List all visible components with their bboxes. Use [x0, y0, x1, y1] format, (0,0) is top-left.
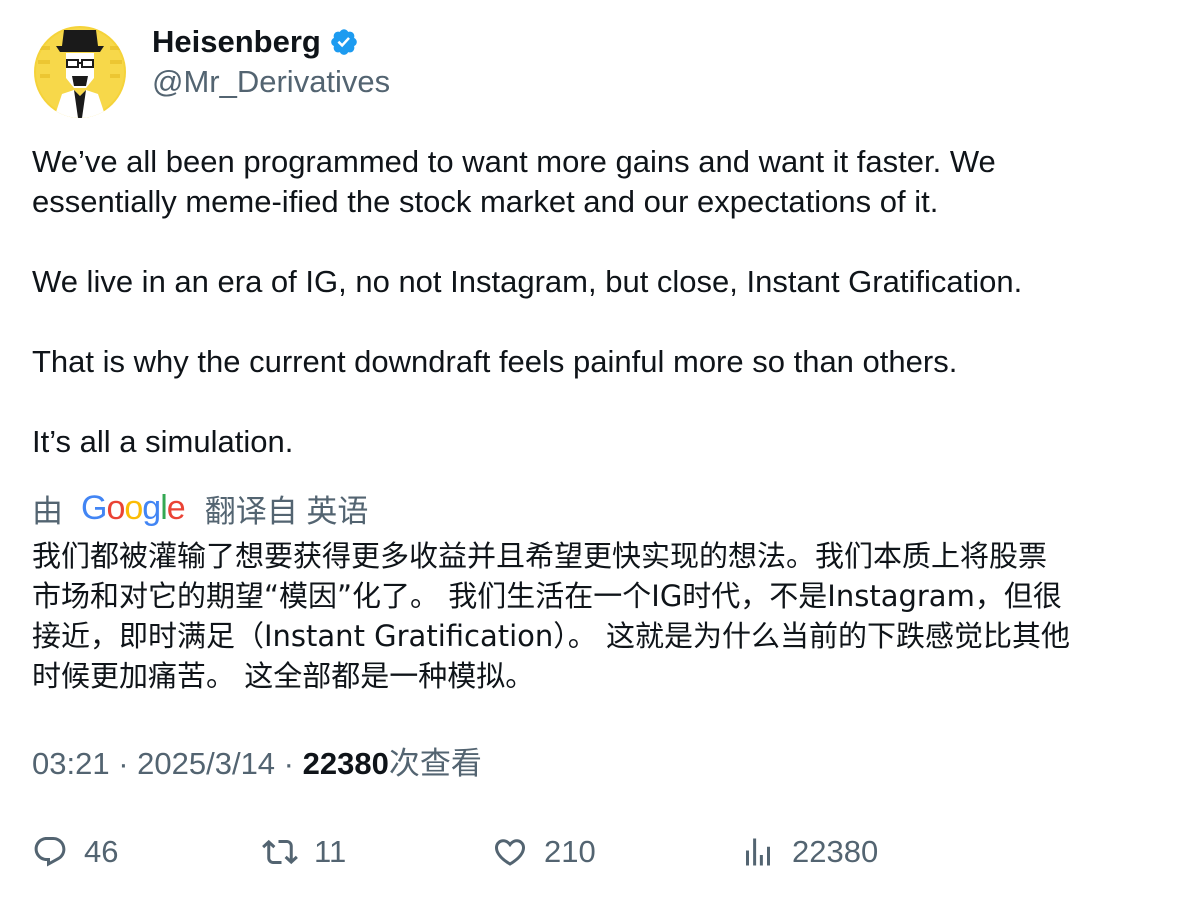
tweet-line: That is why the current downdraft feels …	[32, 344, 958, 379]
google-logo-letter: o	[124, 488, 143, 527]
handle[interactable]: @Mr_Derivatives	[152, 62, 390, 102]
tweet-date[interactable]: 2025/3/14	[137, 746, 275, 781]
meta-separator: ·	[109, 746, 138, 781]
translated-line: 我们都被灌输了想要获得更多收益并且希望更快实现的想法。我们本质上将股票	[32, 539, 1048, 573]
translation-by-label: 由	[32, 493, 63, 529]
tweet-line: We’ve all been programmed to want more g…	[32, 144, 996, 179]
google-logo-letter: g	[142, 488, 161, 527]
analytics-icon	[746, 838, 770, 866]
avatar[interactable]	[34, 26, 126, 118]
reply-count: 46	[84, 834, 119, 869]
google-logo[interactable]: Google	[81, 488, 186, 528]
tweet-line: essentially meme-ified the stock market …	[32, 184, 939, 219]
tweet-line: It’s all a simulation.	[32, 424, 294, 459]
google-logo-letter: e	[166, 488, 186, 527]
retweet-count: 11	[314, 834, 347, 869]
tweet-time[interactable]: 03:21	[32, 746, 110, 781]
meta-separator: ·	[275, 746, 303, 781]
views-count: 22380	[302, 746, 389, 781]
reply-button[interactable]: 46	[32, 830, 118, 874]
tweet-text: We’ve all been programmed to want more g…	[32, 142, 1172, 462]
translated-text: 我们都被灌输了想要获得更多收益并且希望更快实现的想法。我们本质上将股票 市场和对…	[32, 536, 1162, 696]
tweet-line: We live in an era of IG, no not Instagra…	[32, 264, 1023, 299]
google-logo-letter: o	[106, 488, 125, 527]
action-bar: 46 11 210 22380	[0, 830, 1196, 874]
heisenberg-avatar-icon	[34, 26, 126, 118]
like-button[interactable]: 210	[492, 830, 596, 874]
heart-icon	[494, 839, 526, 866]
views-button[interactable]: 22380	[740, 830, 878, 874]
google-logo-letter: G	[81, 488, 107, 527]
tweet-meta: 03:21 · 2025/3/14 · 22380次查看	[32, 744, 482, 784]
retweet-button[interactable]: 11	[262, 830, 346, 874]
author-block: Heisenberg @Mr_Derivatives	[152, 22, 390, 102]
translated-line: 市场和对它的期望“模因”化了。 我们生活在一个IG时代，不是Instagram，…	[32, 579, 1062, 613]
display-name[interactable]: Heisenberg	[152, 22, 321, 62]
reply-icon	[34, 837, 66, 867]
verified-badge-icon[interactable]	[329, 27, 359, 57]
name-row: Heisenberg	[152, 22, 390, 62]
translated-from-label[interactable]: 翻译自 英语	[205, 486, 369, 531]
retweet-icon	[262, 839, 298, 865]
translation-attribution: 由 Google 翻译自 英语	[32, 487, 368, 529]
like-count: 210	[544, 834, 596, 869]
translated-line: 接近，即时满足（Instant Gratification）。 这就是为什么当前…	[32, 619, 1070, 653]
views-label: 次查看	[388, 746, 482, 781]
translated-line: 时候更加痛苦。 这全部都是一种模拟。	[32, 659, 535, 693]
views-action-count: 22380	[792, 834, 879, 869]
